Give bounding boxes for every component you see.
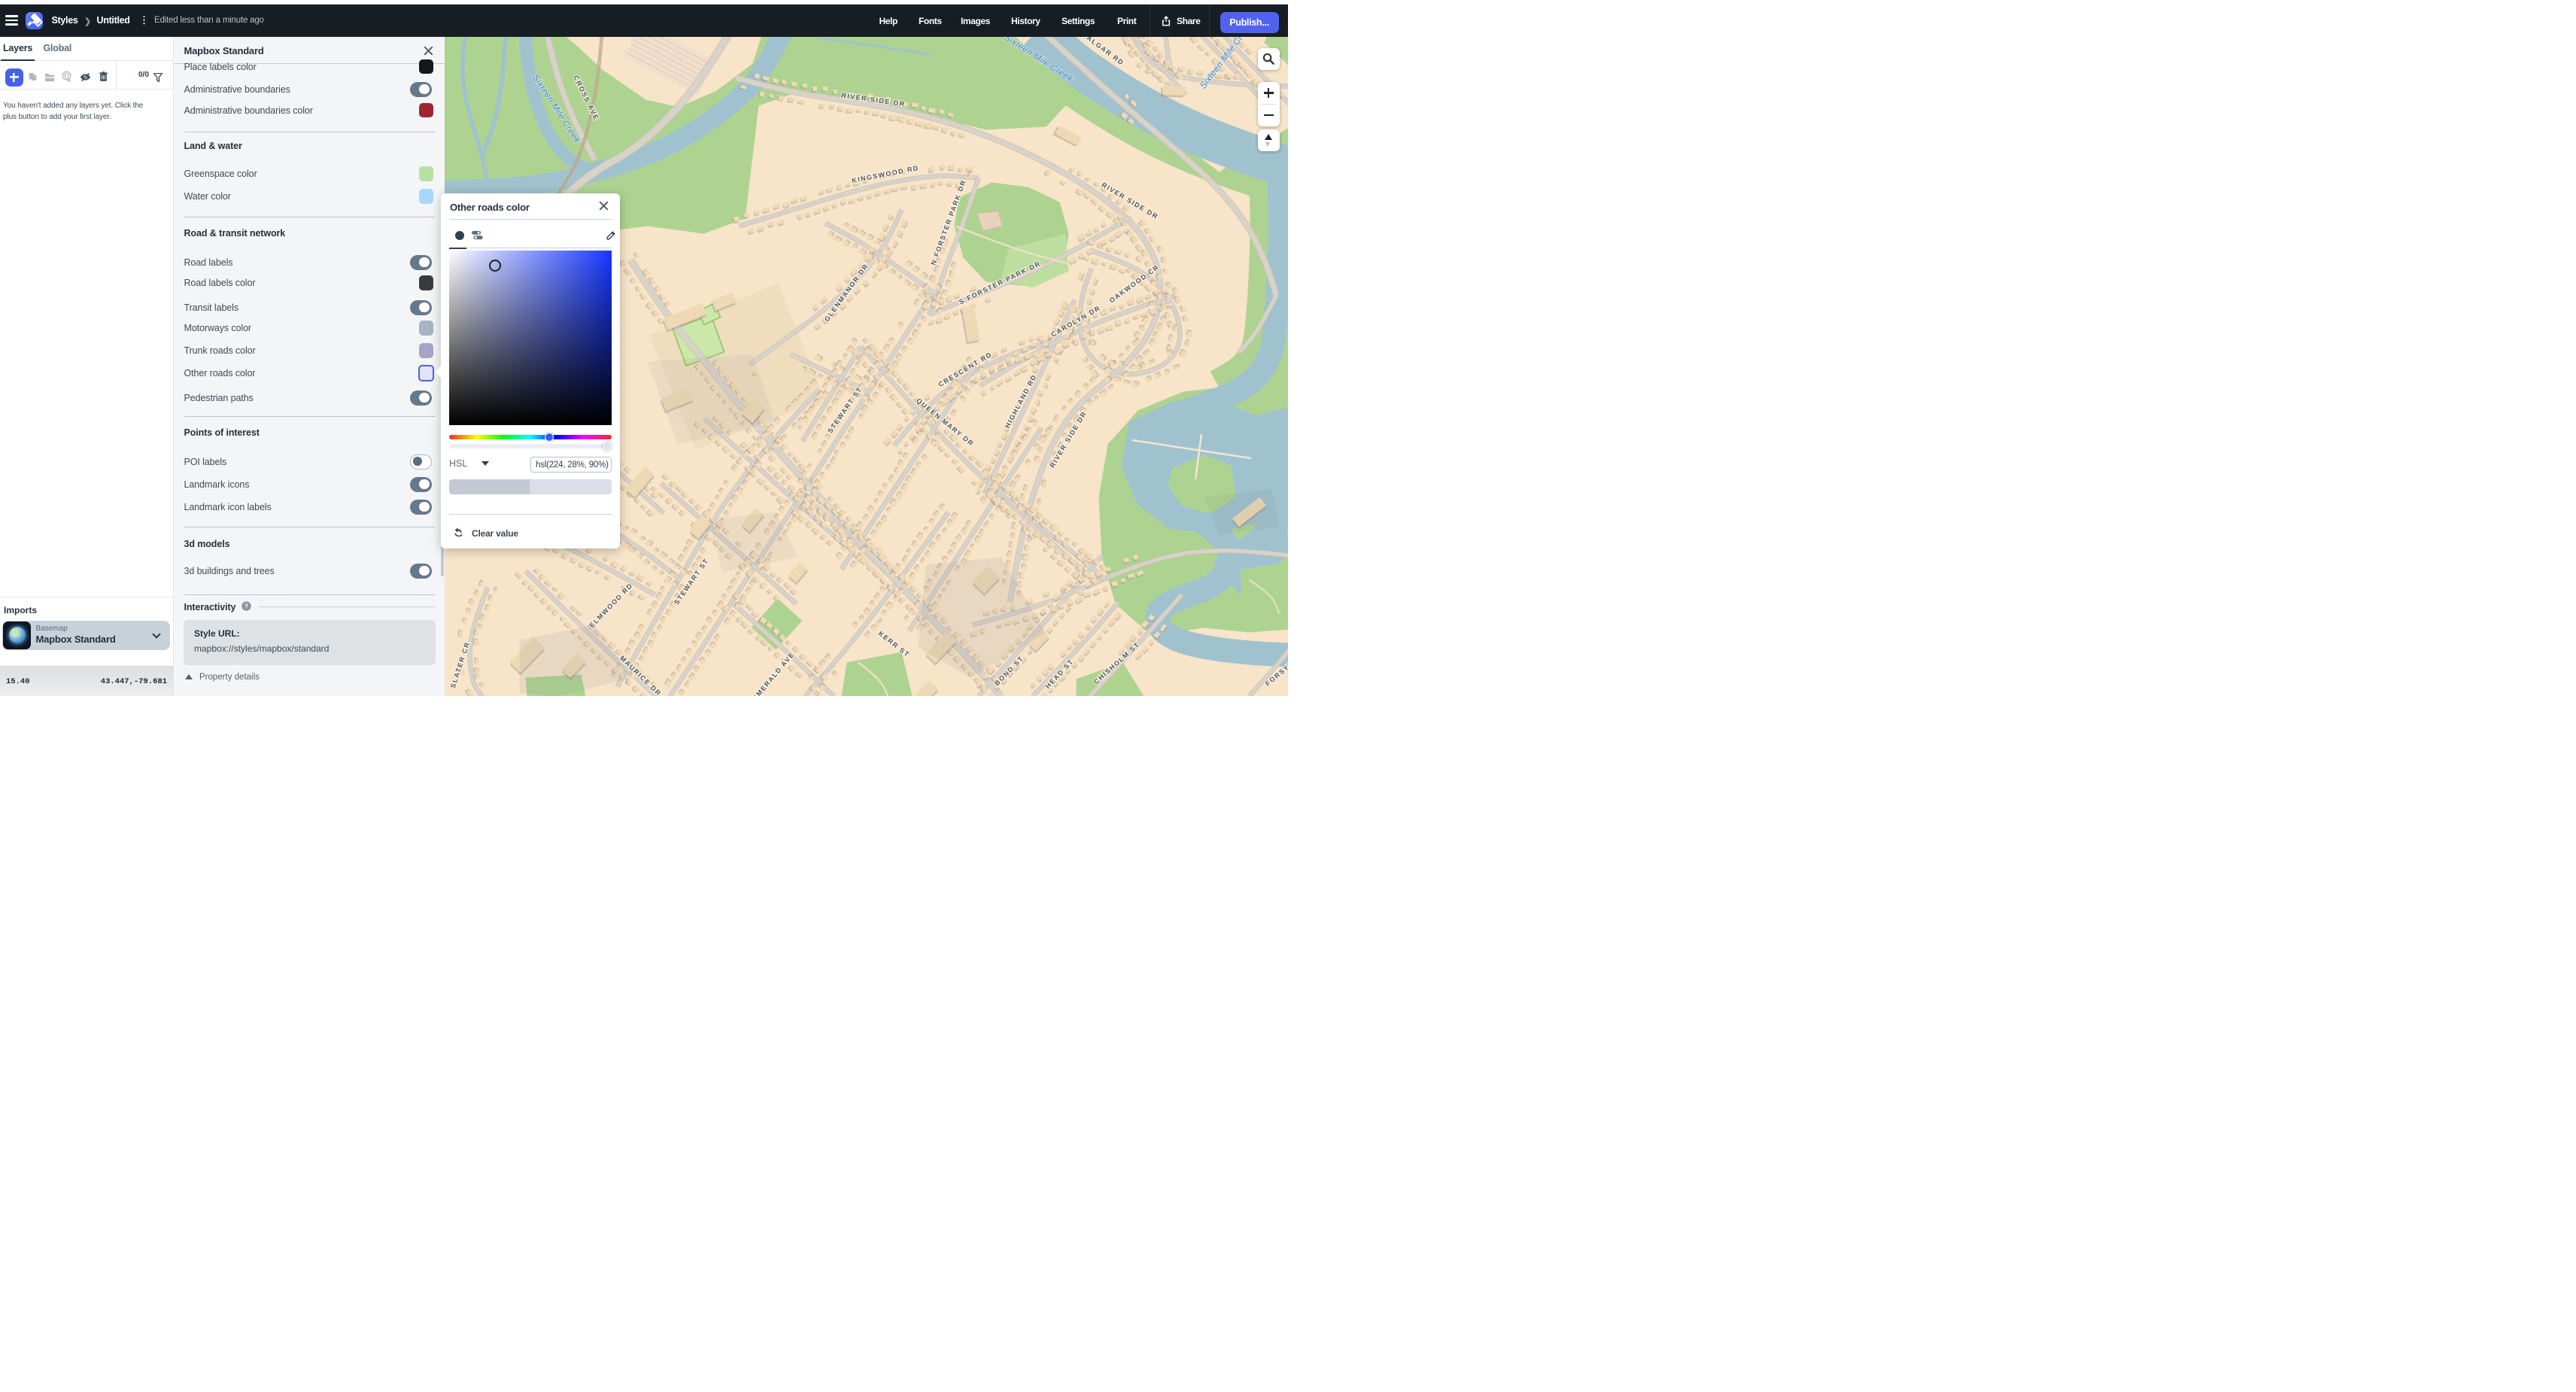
svg-text:?: ? (244, 602, 248, 609)
